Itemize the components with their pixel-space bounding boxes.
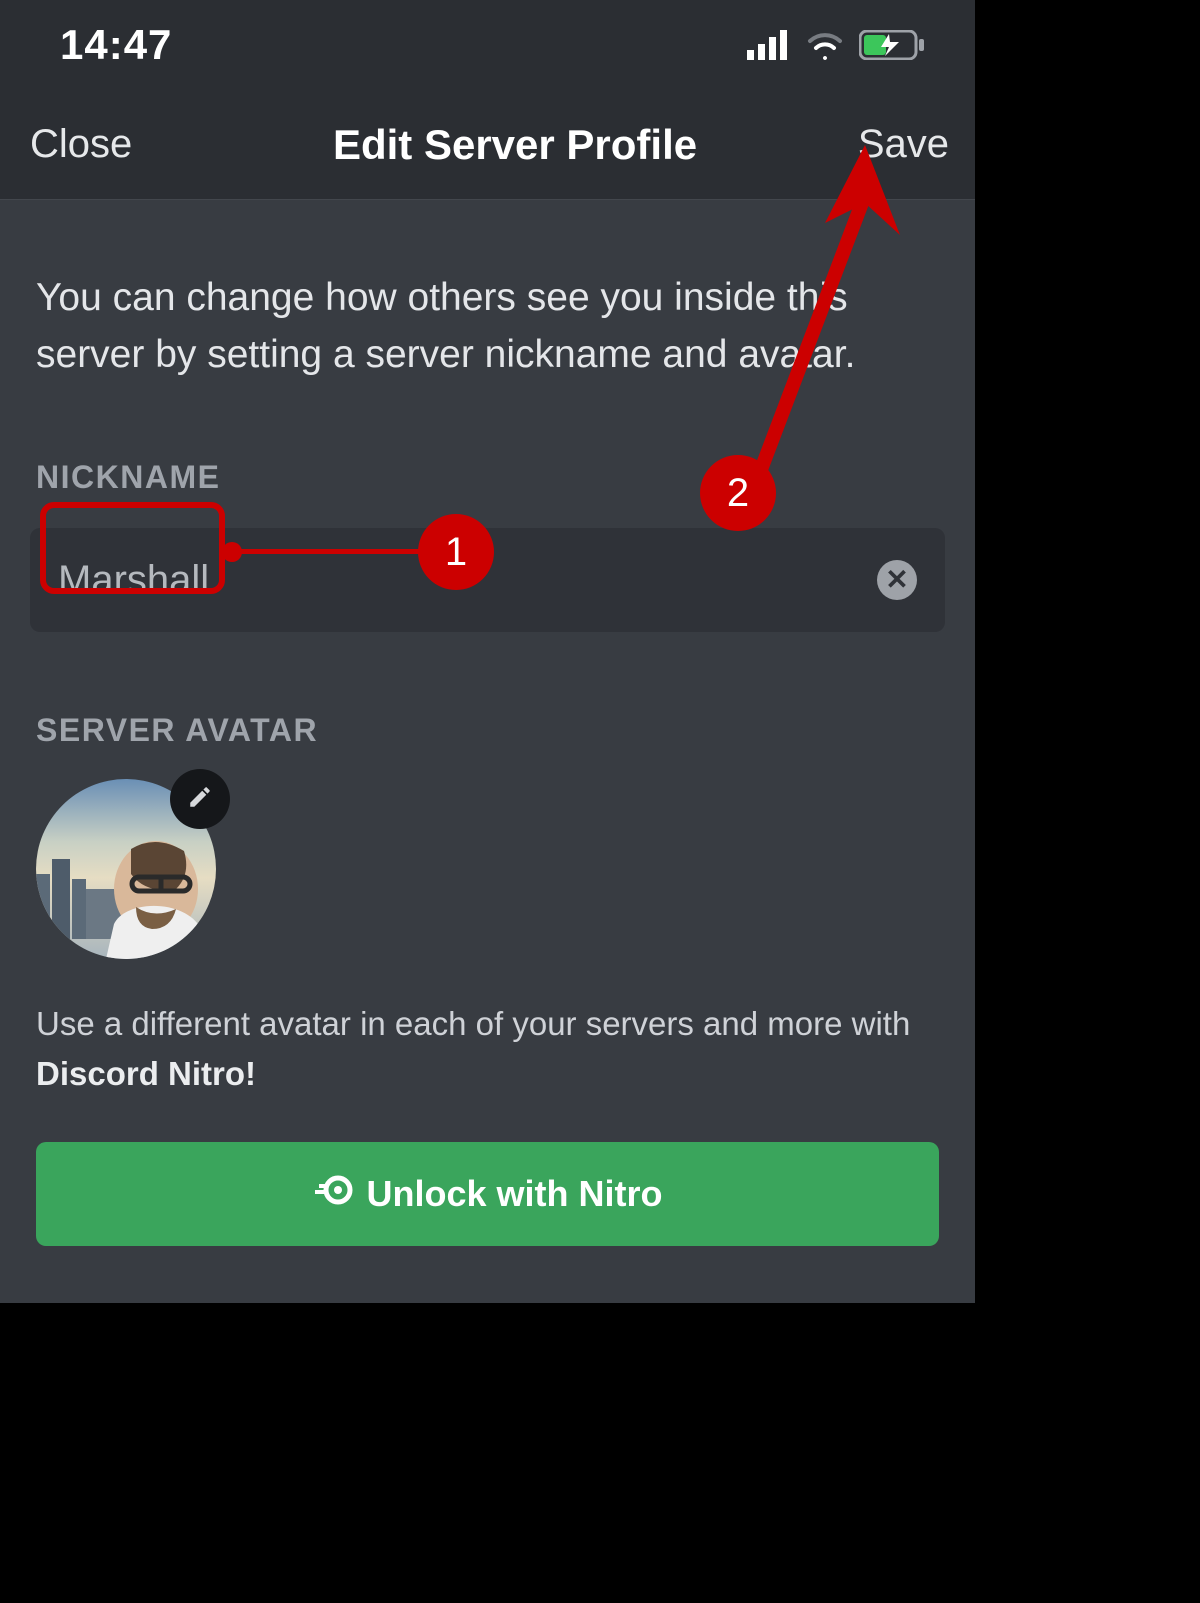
nickname-input-container[interactable]: ✕ — [30, 528, 945, 632]
unlock-nitro-button[interactable]: Unlock with Nitro — [36, 1142, 939, 1246]
status-bar: 14:47 — [0, 0, 975, 90]
server-avatar-label: SERVER AVATAR — [30, 712, 945, 749]
page-title: Edit Server Profile — [132, 121, 858, 169]
clear-input-button[interactable]: ✕ — [877, 560, 917, 600]
nitro-icon — [313, 1170, 353, 1219]
status-time: 14:47 — [60, 21, 172, 69]
close-icon: ✕ — [885, 566, 908, 594]
nitro-button-label: Unlock with Nitro — [367, 1173, 663, 1215]
status-icons — [747, 30, 925, 60]
header: Close Edit Server Profile Save — [0, 90, 975, 200]
wifi-icon — [805, 30, 845, 60]
description-text: You can change how others see you inside… — [30, 270, 945, 383]
edit-avatar-button[interactable] — [170, 769, 230, 829]
save-button[interactable]: Save — [858, 122, 949, 167]
close-button[interactable]: Close — [30, 122, 132, 167]
nickname-input[interactable] — [58, 558, 877, 603]
pencil-icon — [187, 784, 213, 815]
battery-icon — [859, 30, 925, 60]
nickname-label: NICKNAME — [30, 459, 945, 496]
nitro-upsell-text: Use a different avatar in each of your s… — [30, 999, 945, 1098]
cellular-icon — [747, 30, 791, 60]
